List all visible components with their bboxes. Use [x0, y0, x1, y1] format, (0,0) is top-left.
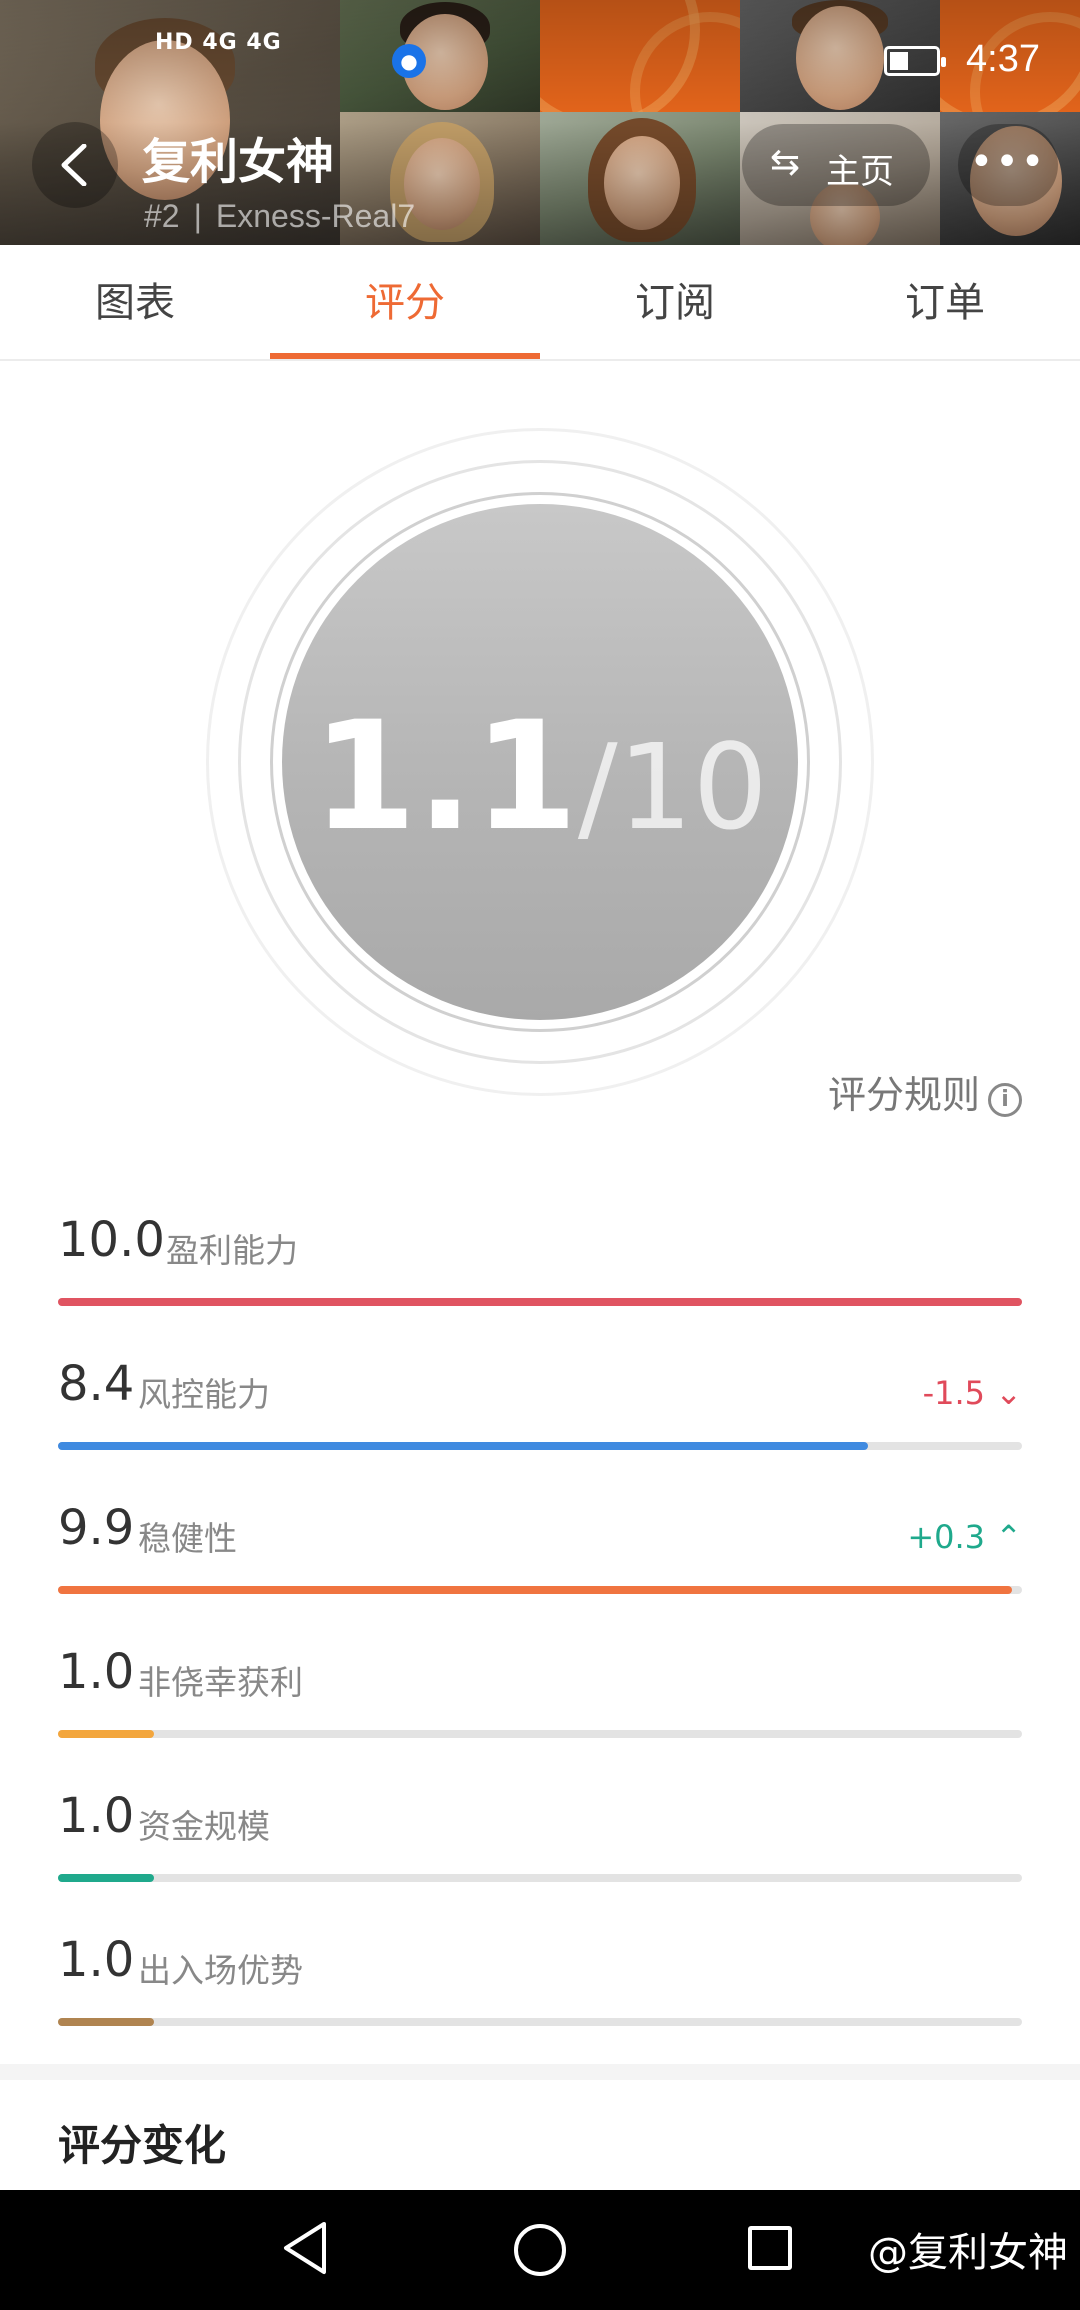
home-button[interactable]: ⇆ 主页 [742, 124, 930, 206]
tab-score[interactable]: 评分 [270, 245, 540, 361]
profile-header: HD 4G 4G ● 4:37 复利女神 #2 | Exness-Real7 ⇆ 主… [0, 0, 1080, 245]
account-label: Exness-Real7 [215, 198, 416, 234]
score-history-title: 评分变化 [58, 2121, 227, 2170]
metric-fill [58, 1586, 1013, 1594]
tab-chart[interactable]: 图表 [0, 245, 270, 361]
metric-value: 10.0 [58, 1212, 165, 1268]
tab-orders[interactable]: 订单 [810, 245, 1080, 361]
page-title: 复利女神 [142, 134, 335, 190]
metric-value: 1.0 [58, 1932, 135, 1988]
account-subtitle: #2 | Exness-Real7 [144, 198, 416, 234]
chevron-down-icon: ⌄ [995, 1374, 1022, 1412]
metric-track [58, 1442, 1022, 1450]
metric-capital-scale: 1.0 资金规模 [58, 1788, 1022, 1908]
metric-profitability: 10.0 盈利能力 [58, 1212, 1022, 1332]
scoring-rules-link[interactable]: 评分规则 i [828, 1064, 1022, 1119]
more-dots-icon: ••• [969, 139, 1047, 185]
back-button[interactable] [32, 122, 118, 208]
tab-subscribe[interactable]: 订阅 [540, 245, 810, 361]
metric-name: 稳健性 [138, 1519, 237, 1558]
more-options-button[interactable]: ••• [958, 124, 1058, 206]
metric-track [58, 1730, 1022, 1738]
metric-fill [58, 1442, 868, 1450]
metric-entry-exit-advantage: 1.0 出入场优势 [58, 1932, 1022, 2052]
system-navbar: @复利女神 [0, 2190, 1080, 2310]
overall-score: 1.1/10 [282, 690, 798, 864]
nav-home-icon[interactable] [514, 2224, 566, 2276]
score-value: 1.1 [312, 690, 578, 864]
watermark: @复利女神 [868, 2230, 1068, 2276]
metric-fill [58, 1298, 1022, 1306]
metric-name: 非侥幸获利 [138, 1663, 303, 1702]
rank-label: #2 [144, 198, 180, 234]
metric-name: 盈利能力 [166, 1231, 298, 1270]
metric-value: 1.0 [58, 1644, 135, 1700]
metric-change: -1.5 ⌄ [923, 1374, 1022, 1412]
active-tab-indicator [270, 353, 540, 359]
metric-fill [58, 1730, 155, 1738]
scoring-rules-label: 评分规则 [827, 1073, 980, 1117]
chevron-up-icon: ⌃ [995, 1518, 1022, 1556]
metric-change: +0.3 ⌃ [907, 1518, 1022, 1556]
info-icon: i [988, 1083, 1022, 1117]
battery-icon [884, 46, 946, 76]
metric-change-value: +0.3 [907, 1518, 986, 1556]
status-bar: HD 4G 4G ● 4:37 [0, 0, 1080, 120]
section-divider [0, 2064, 1080, 2080]
nav-back-icon[interactable] [280, 2220, 330, 2276]
metric-stability: 9.9 稳健性 +0.3 ⌃ [58, 1500, 1022, 1620]
metric-non-luck-profit: 1.0 非侥幸获利 [58, 1644, 1022, 1764]
metric-name: 资金规模 [138, 1807, 270, 1846]
metric-name: 风控能力 [138, 1375, 270, 1414]
metric-change-value: -1.5 [922, 1374, 986, 1412]
metric-value: 8.4 [58, 1356, 135, 1412]
score-max: /10 [577, 718, 768, 856]
metric-name: 出入场优势 [138, 1951, 303, 1990]
metric-value: 1.0 [58, 1788, 135, 1844]
metric-fill [58, 1874, 155, 1882]
metric-track [58, 2018, 1022, 2026]
nav-recents-icon[interactable] [748, 2226, 792, 2270]
chevron-left-icon [61, 144, 87, 186]
tab-bar: 图表 评分 订阅 订单 [0, 245, 1080, 361]
home-button-label: 主页 [826, 152, 894, 192]
signal-icons: HD 4G 4G [155, 30, 282, 55]
swap-icon: ⇆ [770, 142, 801, 183]
metric-track [58, 1874, 1022, 1882]
metric-track [58, 1298, 1022, 1306]
metric-fill [58, 2018, 155, 2026]
metric-track [58, 1586, 1022, 1594]
lightbulb-icon: ● [392, 44, 426, 78]
metric-risk-control: 8.4 风控能力 -1.5 ⌄ [58, 1356, 1022, 1476]
metric-value: 9.9 [58, 1500, 135, 1556]
clock: 4:37 [966, 38, 1040, 80]
